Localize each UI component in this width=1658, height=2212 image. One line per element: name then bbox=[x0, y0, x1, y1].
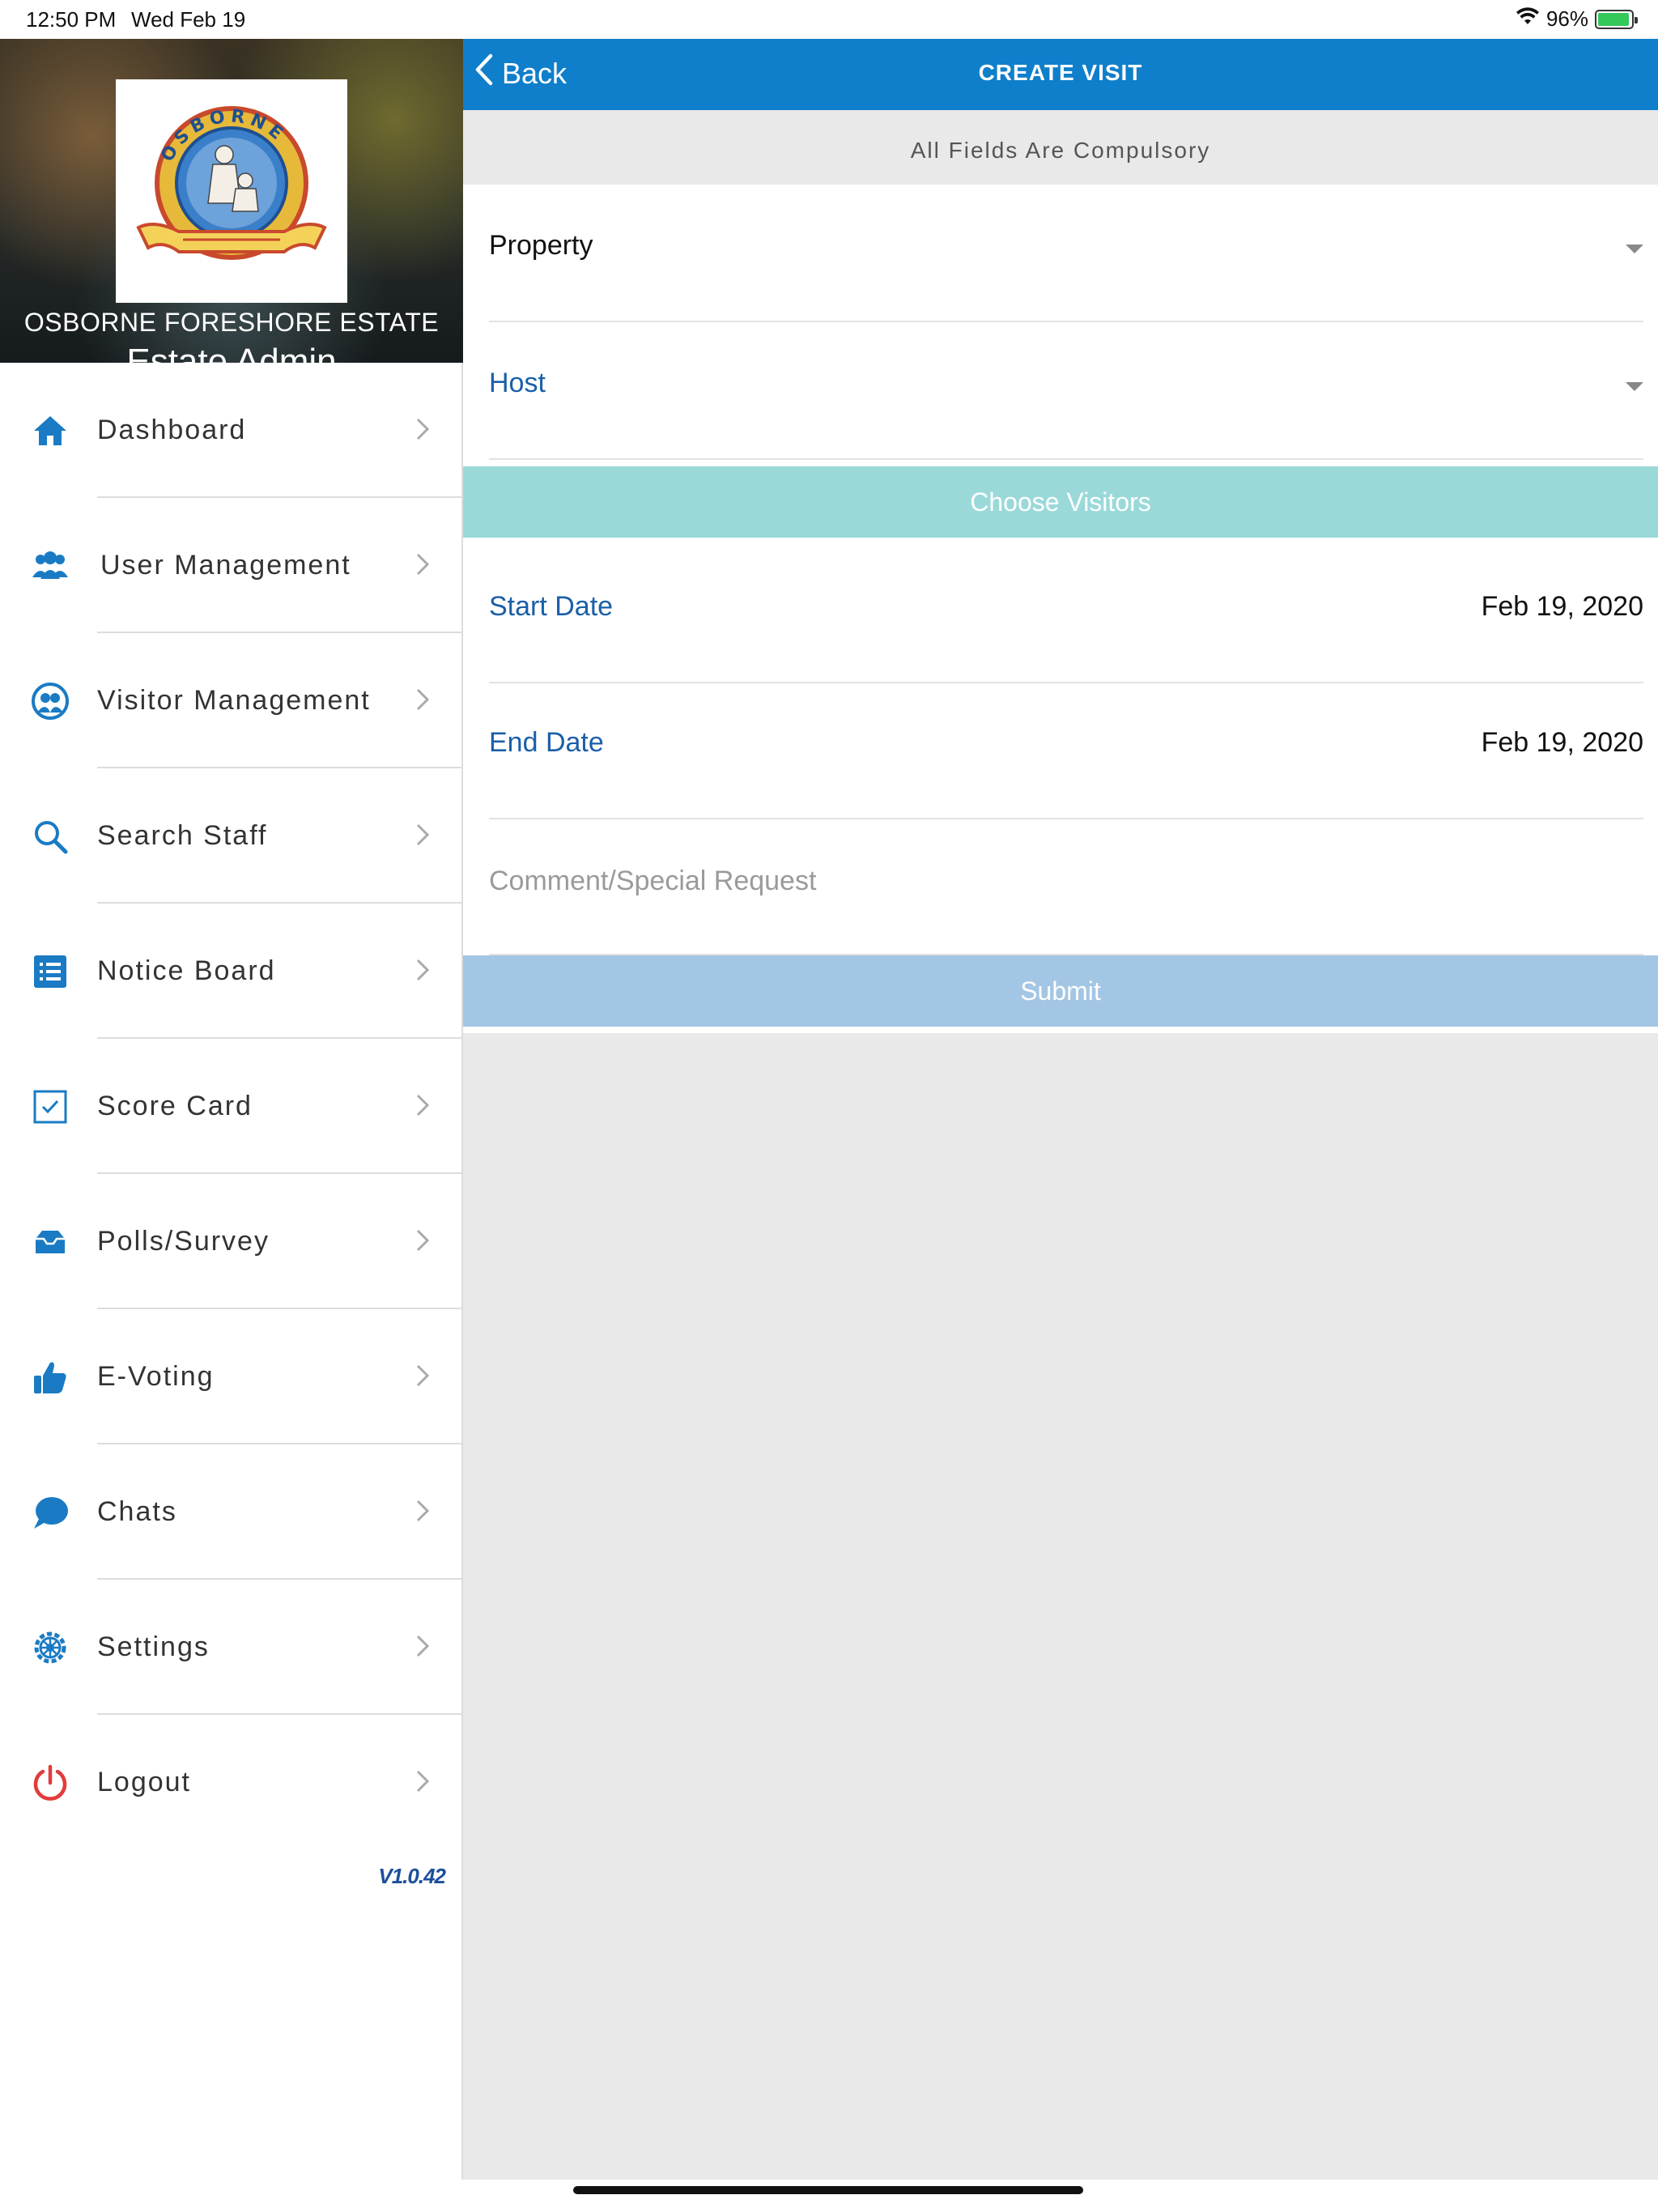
estate-name: OSBORNE FORESHORE ESTATE bbox=[23, 308, 440, 337]
chevron-right-icon bbox=[406, 954, 439, 986]
status-time: 12:50 PM bbox=[26, 7, 117, 32]
chat-bubble-icon bbox=[31, 1493, 70, 1532]
sidebar-item-settings[interactable]: Settings bbox=[0, 1580, 463, 1715]
gear-icon bbox=[31, 1628, 70, 1667]
visitor-icon bbox=[31, 682, 70, 721]
sidebar-item-label: Visitor Management bbox=[97, 685, 371, 716]
wifi-icon bbox=[1516, 6, 1540, 32]
sidebar-item-chats[interactable]: Chats bbox=[0, 1444, 463, 1580]
caret-down-icon bbox=[1626, 245, 1643, 253]
start-date-label: Start Date bbox=[489, 591, 614, 622]
sidebar-item-label: Polls/Survey bbox=[97, 1226, 270, 1257]
sidebar-menu: Dashboard User Management Visitor Manage… bbox=[0, 363, 463, 1850]
inbox-icon bbox=[31, 1223, 70, 1261]
search-icon bbox=[31, 817, 70, 856]
sidebar-item-label: Score Card bbox=[97, 1091, 253, 1121]
sidebar-item-label: Dashboard bbox=[97, 415, 247, 445]
create-visit-form: Property Host Choose Visitors Start Date… bbox=[463, 185, 1658, 1033]
sidebar-header: OSBORNE OSBORNE FORESHORE ESTATE Estate … bbox=[0, 39, 463, 363]
sidebar-item-search-staff[interactable]: Search Staff bbox=[0, 768, 463, 904]
osborne-seal-icon: OSBORNE bbox=[136, 106, 327, 260]
status-date: Wed Feb 19 bbox=[131, 7, 246, 32]
app-version: V1.0.42 bbox=[378, 1864, 446, 1888]
checkbox-icon bbox=[31, 1087, 70, 1126]
status-right: 96% bbox=[1516, 6, 1638, 32]
chevron-right-icon bbox=[406, 683, 439, 716]
users-icon bbox=[31, 547, 70, 585]
sidebar-item-e-voting[interactable]: E-Voting bbox=[0, 1309, 463, 1444]
sidebar-item-user-management[interactable]: User Management bbox=[0, 498, 463, 633]
sidebar-item-label: Settings bbox=[97, 1631, 210, 1662]
sidebar: OSBORNE OSBORNE FORESHORE ESTATE Estate … bbox=[0, 39, 463, 2180]
host-label: Host bbox=[489, 368, 546, 398]
caret-down-icon bbox=[1626, 382, 1643, 391]
sidebar-item-label: Logout bbox=[97, 1767, 191, 1797]
status-bar: 12:50 PM Wed Feb 19 96% bbox=[0, 0, 1658, 39]
host-dropdown[interactable]: Host bbox=[489, 322, 1643, 460]
end-date-field[interactable]: End Date Feb 19, 2020 bbox=[489, 682, 1643, 819]
property-label: Property bbox=[489, 230, 593, 261]
submit-button[interactable]: Submit bbox=[463, 955, 1658, 1027]
sidebar-item-label: E-Voting bbox=[97, 1361, 215, 1392]
navigation-bar: Back CREATE VISIT bbox=[463, 39, 1658, 110]
battery-percentage: 96% bbox=[1545, 6, 1588, 31]
chevron-right-icon bbox=[406, 1224, 439, 1257]
home-indicator bbox=[573, 2186, 1083, 2194]
choose-visitors-button[interactable]: Choose Visitors bbox=[463, 466, 1658, 538]
chevron-right-icon bbox=[406, 1630, 439, 1662]
power-icon bbox=[31, 1763, 70, 1802]
battery-icon bbox=[1595, 9, 1638, 29]
list-icon bbox=[31, 952, 70, 991]
sidebar-item-dashboard[interactable]: Dashboard bbox=[0, 363, 463, 498]
chevron-right-icon bbox=[406, 1765, 439, 1797]
sidebar-item-label: Notice Board bbox=[97, 955, 276, 986]
sidebar-item-label: User Management bbox=[100, 550, 351, 581]
estate-role: Estate Admin bbox=[126, 342, 337, 363]
page-title: CREATE VISIT bbox=[978, 60, 1143, 85]
sidebar-item-visitor-management[interactable]: Visitor Management bbox=[0, 633, 463, 768]
sidebar-item-logout[interactable]: Logout bbox=[0, 1715, 463, 1850]
sidebar-item-label: Chats bbox=[97, 1496, 177, 1527]
main-panel: Back CREATE VISIT All Fields Are Compuls… bbox=[463, 39, 1658, 2180]
comment-input[interactable] bbox=[489, 857, 1643, 905]
chevron-right-icon bbox=[406, 1359, 439, 1392]
thumbs-up-icon bbox=[31, 1358, 70, 1397]
sidebar-item-polls-survey[interactable]: Polls/Survey bbox=[0, 1174, 463, 1309]
sidebar-item-score-card[interactable]: Score Card bbox=[0, 1039, 463, 1174]
chevron-right-icon bbox=[406, 1495, 439, 1527]
comment-field bbox=[489, 818, 1643, 955]
battery-fill bbox=[1598, 12, 1630, 26]
sidebar-item-notice-board[interactable]: Notice Board bbox=[0, 904, 463, 1039]
home-icon bbox=[31, 411, 70, 450]
sidebar-item-label: Search Staff bbox=[97, 820, 268, 851]
start-date-field[interactable]: Start Date Feb 19, 2020 bbox=[489, 546, 1643, 683]
chevron-right-icon bbox=[406, 413, 439, 445]
end-date-value: Feb 19, 2020 bbox=[1481, 727, 1643, 758]
estate-logo: OSBORNE bbox=[116, 79, 347, 303]
property-dropdown[interactable]: Property bbox=[489, 185, 1643, 322]
chevron-right-icon bbox=[406, 819, 439, 851]
form-notice: All Fields Are Compulsory bbox=[463, 110, 1658, 185]
start-date-value: Feb 19, 2020 bbox=[1481, 591, 1643, 622]
chevron-right-icon bbox=[406, 1089, 439, 1121]
end-date-label: End Date bbox=[489, 727, 604, 758]
chevron-right-icon bbox=[406, 548, 439, 581]
